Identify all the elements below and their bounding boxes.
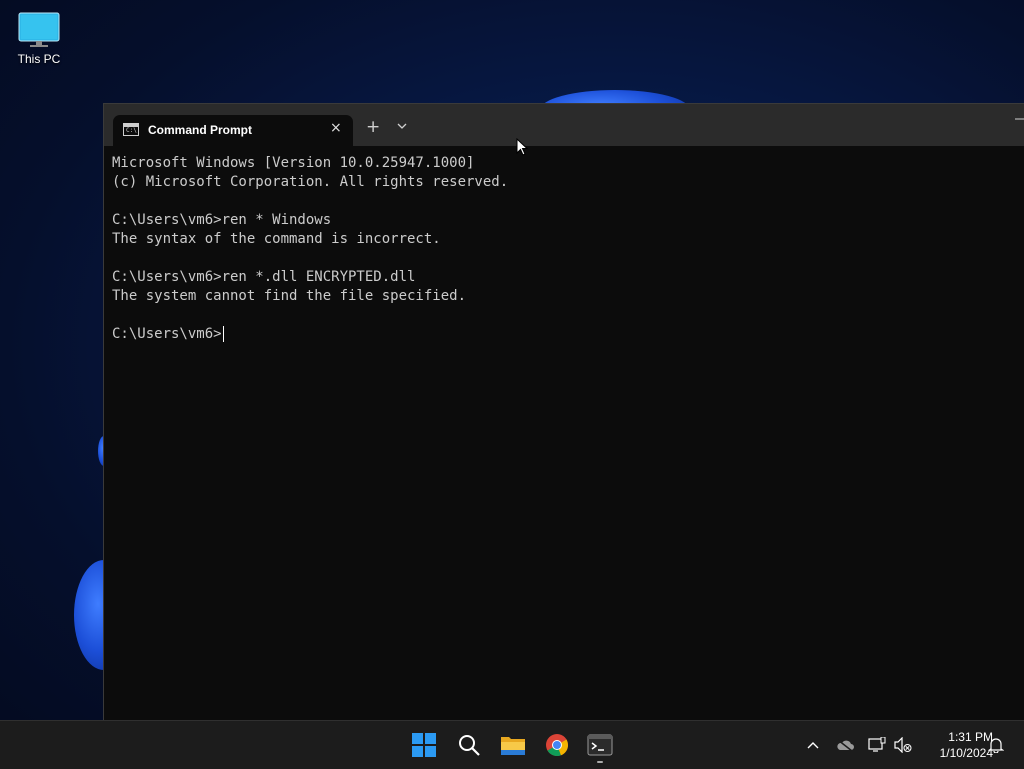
console-line: ​ bbox=[112, 249, 1017, 268]
monitor-icon bbox=[18, 12, 60, 47]
console-line: (c) Microsoft Corporation. All rights re… bbox=[112, 174, 509, 190]
text-cursor bbox=[222, 326, 224, 342]
chevron-up-icon[interactable] bbox=[802, 721, 824, 769]
desktop-icon-label: This PC bbox=[17, 52, 61, 66]
mouse-pointer-icon bbox=[516, 137, 529, 161]
console-line: ​ bbox=[112, 306, 1017, 325]
chrome-icon[interactable] bbox=[539, 727, 575, 763]
minimize-button[interactable] bbox=[1015, 112, 1024, 128]
network-icon[interactable] bbox=[866, 721, 888, 769]
terminal-icon[interactable] bbox=[582, 727, 618, 763]
terminal-window[interactable]: C:\ Command Prompt × + Microsoft Windows… bbox=[103, 103, 1024, 721]
bell-icon[interactable] bbox=[985, 721, 1007, 769]
new-tab-button[interactable]: + bbox=[366, 117, 380, 137]
clock-date: 1/10/2024 bbox=[939, 746, 993, 760]
active-app-indicator bbox=[597, 761, 603, 763]
console-line: ​ bbox=[112, 192, 1017, 211]
console-line: Microsoft Windows [Version 10.0.25947.10… bbox=[112, 155, 475, 171]
system-clock[interactable]: 1:31 PM 1/10/2024 bbox=[915, 729, 993, 761]
tab-title: Command Prompt bbox=[148, 123, 253, 137]
console-line: The system cannot find the file specifie… bbox=[112, 288, 467, 304]
taskbar: 1:31 PM 1/10/2024 bbox=[0, 720, 1024, 769]
title-bar[interactable]: C:\ Command Prompt × + bbox=[104, 104, 1024, 146]
search-icon[interactable] bbox=[451, 727, 487, 763]
console-line: C:\Users\vm6>ren * Windows bbox=[112, 212, 332, 228]
clock-time: 1:31 PM bbox=[948, 730, 993, 744]
cmd-icon: C:\ bbox=[123, 123, 139, 136]
desktop-icon-this-pc[interactable]: This PC bbox=[8, 8, 70, 66]
start-icon[interactable] bbox=[406, 727, 442, 763]
console-line: The syntax of the command is incorrect. bbox=[112, 231, 441, 247]
volume-muted-icon[interactable] bbox=[892, 721, 914, 769]
console-prompt: C:\Users\vm6> bbox=[112, 326, 222, 342]
close-icon[interactable]: × bbox=[330, 120, 342, 136]
console-output[interactable]: Microsoft Windows [Version 10.0.25947.10… bbox=[112, 154, 1017, 713]
console-prompt-line[interactable]: C:\Users\vm6> bbox=[112, 325, 1017, 344]
onedrive-icon[interactable] bbox=[834, 721, 856, 769]
tab-command-prompt[interactable]: C:\ Command Prompt × bbox=[113, 115, 353, 146]
console-line: C:\Users\vm6>ren *.dll ENCRYPTED.dll bbox=[112, 269, 416, 285]
file-explorer-icon[interactable] bbox=[495, 727, 531, 763]
chevron-down-icon[interactable] bbox=[397, 120, 407, 133]
